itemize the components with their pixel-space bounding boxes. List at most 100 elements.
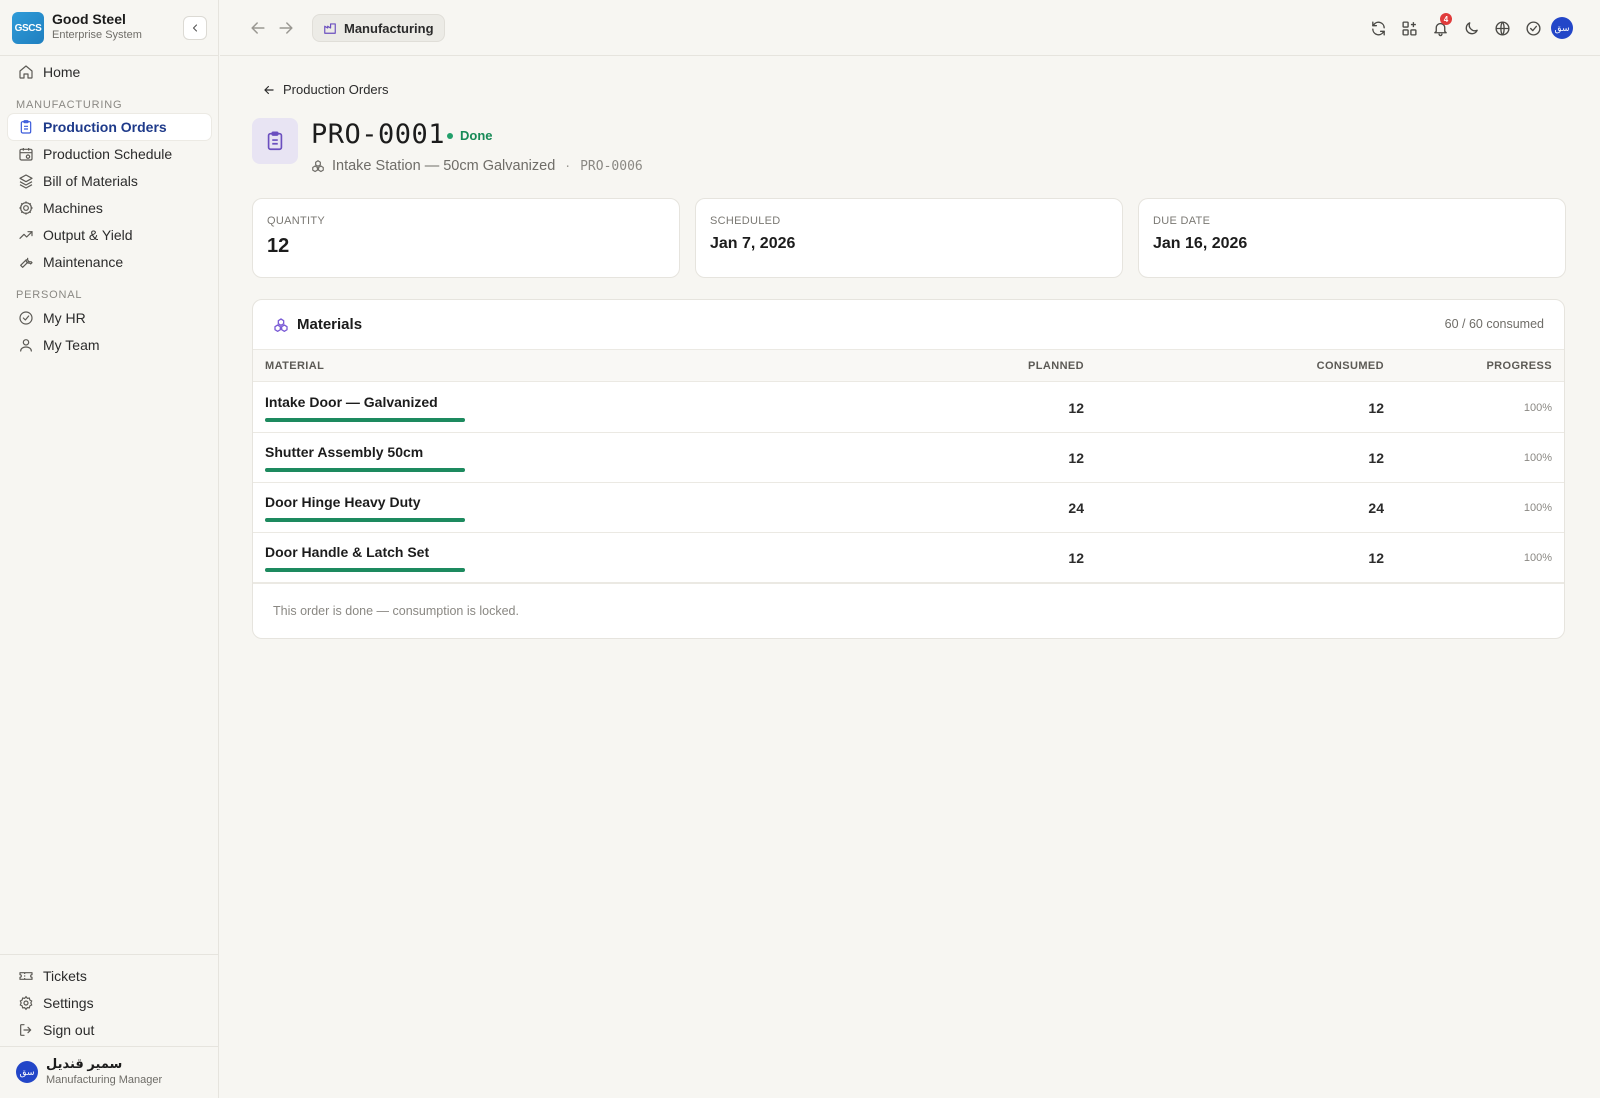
column-header-consumed: CONSUMED	[1316, 360, 1384, 372]
progress-bar	[265, 468, 465, 472]
order-icon	[252, 118, 298, 164]
materials-summary: 60 / 60 consumed	[1444, 317, 1544, 331]
reference-code: PRO-0006	[580, 158, 643, 174]
sidebar-item-label: Bill of Materials	[43, 173, 138, 189]
sidebar-item-output-yield[interactable]: Output & Yield	[8, 222, 211, 248]
table-row: Intake Door — Galvanized 12 12 100%	[253, 383, 1564, 433]
locked-note: This order is done — consumption is lock…	[273, 604, 519, 618]
status-dot	[447, 132, 453, 139]
sidebar-item-my-hr[interactable]: My HR	[8, 305, 211, 331]
progress-value: 100%	[1523, 502, 1552, 514]
product-name[interactable]: Intake Station — 50cm Galvanized	[332, 158, 555, 174]
clipboard-list-icon	[267, 131, 283, 151]
separator-dot: ·	[565, 158, 571, 174]
stat-label: QUANTITY	[267, 215, 326, 227]
table-row: Door Hinge Heavy Duty 24 24 100%	[253, 483, 1564, 533]
planned-value: 24	[1068, 500, 1084, 516]
section-label-manufacturing: MANUFACTURING	[16, 99, 123, 111]
tasks-button[interactable]	[1522, 17, 1544, 39]
sidebar-divider	[0, 1046, 219, 1047]
stat-card-due-date: DUE DATE Jan 16, 2026	[1138, 198, 1566, 278]
sidebar-item-label: Sign out	[43, 1022, 95, 1038]
material-name: Door Hinge Heavy Duty	[265, 494, 421, 510]
sidebar-item-label: Tickets	[43, 968, 87, 984]
notification-badge: 4	[1440, 13, 1452, 25]
sidebar-item-production-schedule[interactable]: Production Schedule	[8, 141, 211, 167]
consumed-value: 24	[1368, 500, 1384, 516]
sidebar-item-label: Output & Yield	[43, 227, 133, 243]
user-name: سمير قنديل	[46, 1056, 123, 1071]
stat-card-quantity: QUANTITY 12	[252, 198, 680, 278]
sidebar-item-label: My HR	[43, 310, 86, 326]
wrench-icon	[18, 254, 34, 270]
sidebar-item-machines[interactable]: Machines	[8, 195, 211, 221]
components-icon	[273, 317, 289, 333]
sidebar-item-label: Production Orders	[43, 119, 167, 135]
sidebar-item-settings[interactable]: Settings	[8, 990, 211, 1016]
consumed-value: 12	[1368, 450, 1384, 466]
sidebar-item-label: Maintenance	[43, 254, 124, 270]
stat-label: SCHEDULED	[710, 215, 781, 227]
materials-footer: This order is done — consumption is lock…	[253, 583, 1564, 638]
ticket-icon	[18, 968, 34, 984]
sidebar-item-production-orders[interactable]: Production Orders	[8, 114, 211, 140]
sidebar-item-label: My Team	[43, 337, 100, 353]
stat-value: Jan 7, 2026	[710, 235, 796, 252]
progress-bar-fill	[265, 468, 465, 472]
planned-value: 12	[1068, 550, 1084, 566]
stat-value: Jan 16, 2026	[1153, 235, 1248, 252]
arrow-left-icon	[251, 22, 265, 34]
progress-bar-fill	[265, 418, 465, 422]
apps-button[interactable]	[1398, 17, 1420, 39]
user-role: Manufacturing Manager	[46, 1074, 163, 1086]
check-circle-icon	[1525, 20, 1541, 36]
sidebar-item-home[interactable]: Home	[8, 59, 211, 85]
arrow-left-icon	[262, 83, 276, 97]
column-header-planned: PLANNED	[1028, 360, 1084, 372]
language-button[interactable]	[1491, 17, 1513, 39]
forward-button[interactable]	[276, 18, 296, 38]
materials-card: Materials 60 / 60 consumed MATERIAL PLAN…	[252, 299, 1565, 639]
module-breadcrumb[interactable]: Manufacturing	[312, 14, 445, 42]
chevron-left-icon	[192, 24, 198, 32]
cog-icon	[18, 200, 34, 216]
sidebar-item-bill-of-materials[interactable]: Bill of Materials	[8, 168, 211, 194]
material-name: Shutter Assembly 50cm	[265, 444, 424, 460]
column-header-progress: PROGRESS	[1486, 360, 1552, 372]
stat-card-scheduled: SCHEDULED Jan 7, 2026	[695, 198, 1123, 278]
column-header-material: MATERIAL	[265, 360, 325, 372]
sidebar-item-sign-out[interactable]: Sign out	[8, 1017, 211, 1043]
avatar[interactable]: سق	[1551, 17, 1573, 39]
module-label: Manufacturing	[344, 20, 434, 36]
theme-toggle[interactable]	[1460, 17, 1482, 39]
progress-bar-fill	[265, 568, 465, 572]
apps-icon	[1401, 20, 1417, 36]
brand-header: GSCS Good Steel Enterprise System	[0, 0, 219, 56]
table-row: Shutter Assembly 50cm 12 12 100%	[253, 433, 1564, 483]
table-row: Door Handle & Latch Set 12 12 100%	[253, 533, 1564, 583]
factory-icon	[323, 21, 337, 35]
progress-value: 100%	[1523, 402, 1552, 414]
sidebar-item-maintenance[interactable]: Maintenance	[8, 249, 211, 275]
refresh-icon	[1371, 20, 1385, 36]
settings-icon	[18, 995, 34, 1011]
back-button[interactable]	[248, 18, 268, 38]
arrow-right-icon	[279, 22, 293, 34]
table-header: MATERIAL PLANNED CONSUMED PROGRESS	[253, 350, 1564, 382]
progress-bar	[265, 568, 465, 572]
progress-bar	[265, 518, 465, 522]
globe-icon	[1494, 20, 1510, 36]
collapse-sidebar-button[interactable]	[183, 16, 207, 40]
back-to-production-orders-link[interactable]: Production Orders	[262, 82, 389, 97]
avatar[interactable]: سق	[16, 1061, 38, 1083]
material-name: Door Handle & Latch Set	[265, 544, 430, 560]
sidebar-item-tickets[interactable]: Tickets	[8, 963, 211, 989]
refresh-button[interactable]	[1367, 17, 1389, 39]
progress-value: 100%	[1523, 452, 1552, 464]
material-name: Intake Door — Galvanized	[265, 394, 438, 410]
sidebar-item-my-team[interactable]: My Team	[8, 332, 211, 358]
sidebar-divider	[0, 954, 219, 955]
calendar-icon	[18, 146, 34, 162]
status-badge: Done	[447, 128, 493, 143]
sidebar: GSCS Good Steel Enterprise System Home M…	[0, 0, 219, 1098]
